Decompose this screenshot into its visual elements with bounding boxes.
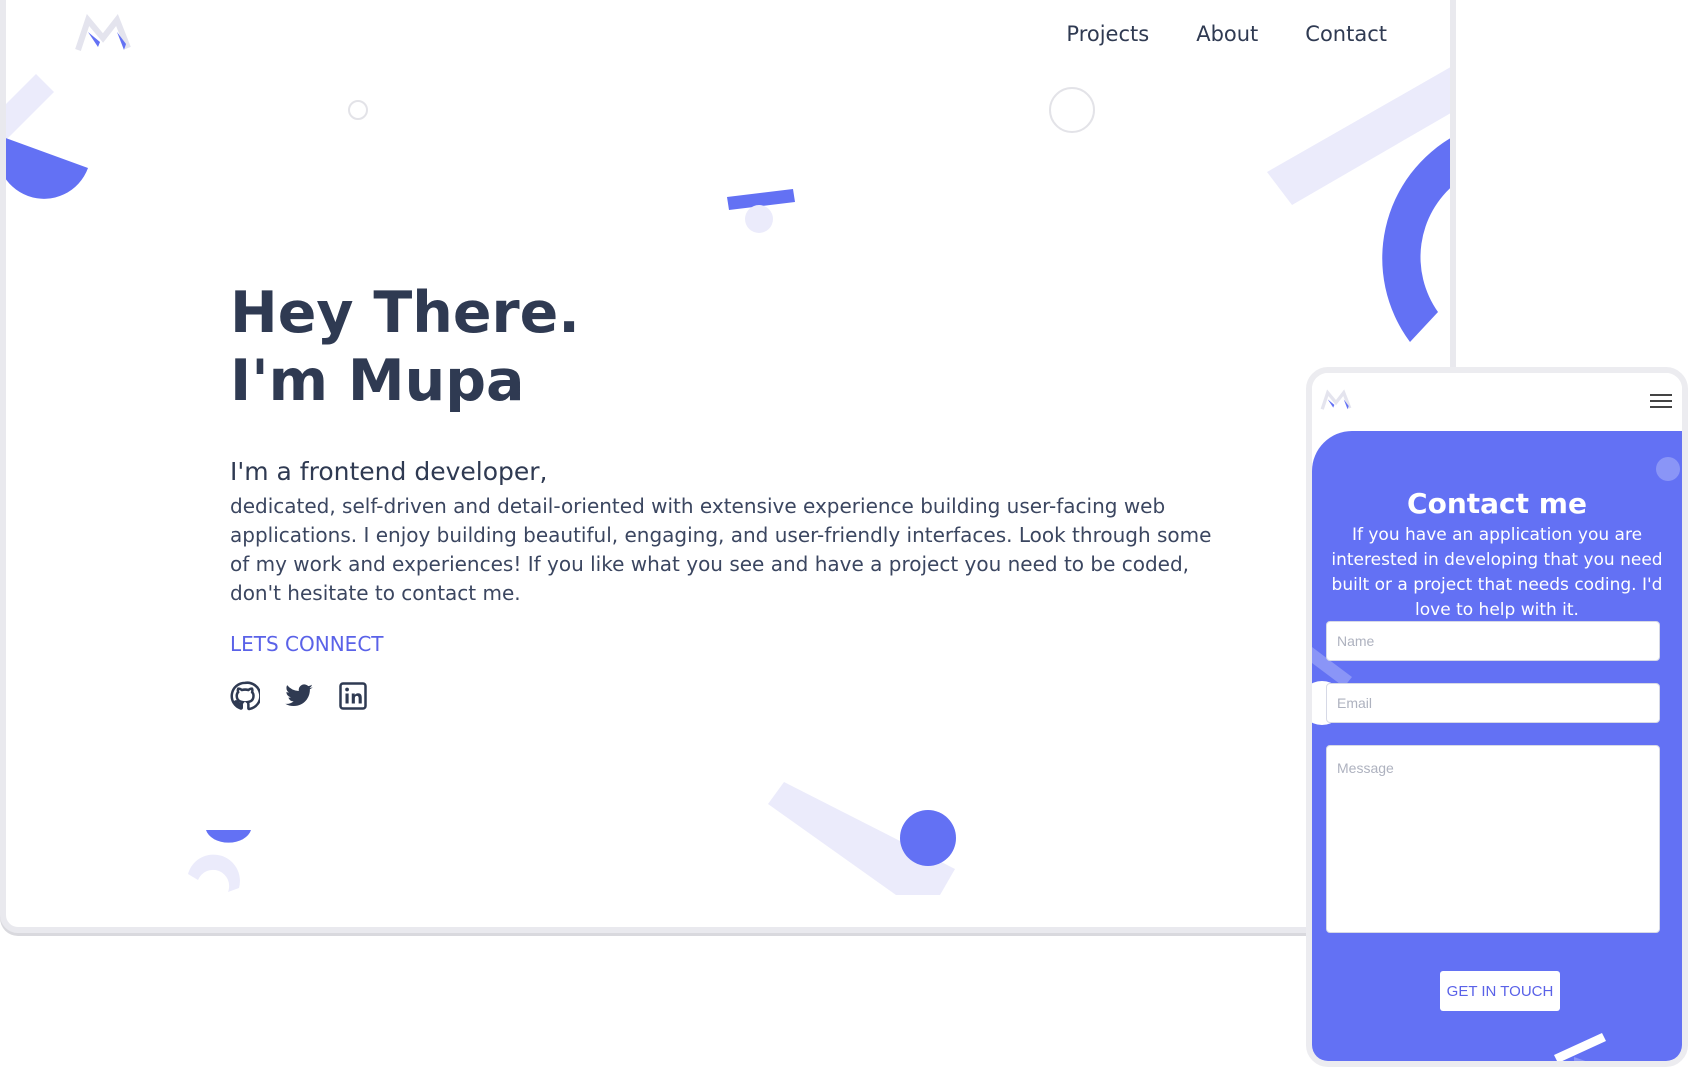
hero-bio: dedicated, self-driven and detail-orient… [230,494,1212,605]
contact-description: If you have an application you are inter… [1331,525,1663,620]
hero-section: Hey There. I'm Mupa I'm a frontend devel… [230,279,1230,711]
message-field[interactable] [1326,745,1660,933]
nav-projects[interactable]: Projects [1066,22,1149,46]
name-field[interactable] [1326,621,1660,661]
desktop-preview: Projects About Contact Hey There. I'm Mu… [0,0,1456,933]
contact-section: Contact me If you have an application yo… [1312,431,1682,1061]
mobile-logo-icon[interactable] [1320,389,1352,413]
hero-title-line2: I'm Mupa [230,348,525,414]
hamburger-menu-icon[interactable] [1650,394,1672,412]
top-nav: Projects About Contact [1066,22,1387,46]
social-links [230,681,1230,711]
mobile-preview: Contact me If you have an application yo… [1306,367,1688,1067]
twitter-icon[interactable] [284,681,314,711]
nav-contact[interactable]: Contact [1305,22,1387,46]
nav-about[interactable]: About [1196,22,1258,46]
logo-icon[interactable] [74,14,132,56]
hero-subheading: I'm a frontend developer, [230,457,548,486]
email-field[interactable] [1326,683,1660,723]
linkedin-icon[interactable] [338,681,368,711]
lets-connect-link[interactable]: LETS CONNECT [230,632,384,656]
contact-title: Contact me [1407,487,1587,520]
github-icon[interactable] [230,681,260,711]
get-in-touch-button[interactable]: GET IN TOUCH [1440,971,1560,1011]
mobile-header [1312,373,1682,431]
hero-title-line1: Hey There. [230,280,580,346]
hero-title: Hey There. I'm Mupa [230,279,1230,415]
